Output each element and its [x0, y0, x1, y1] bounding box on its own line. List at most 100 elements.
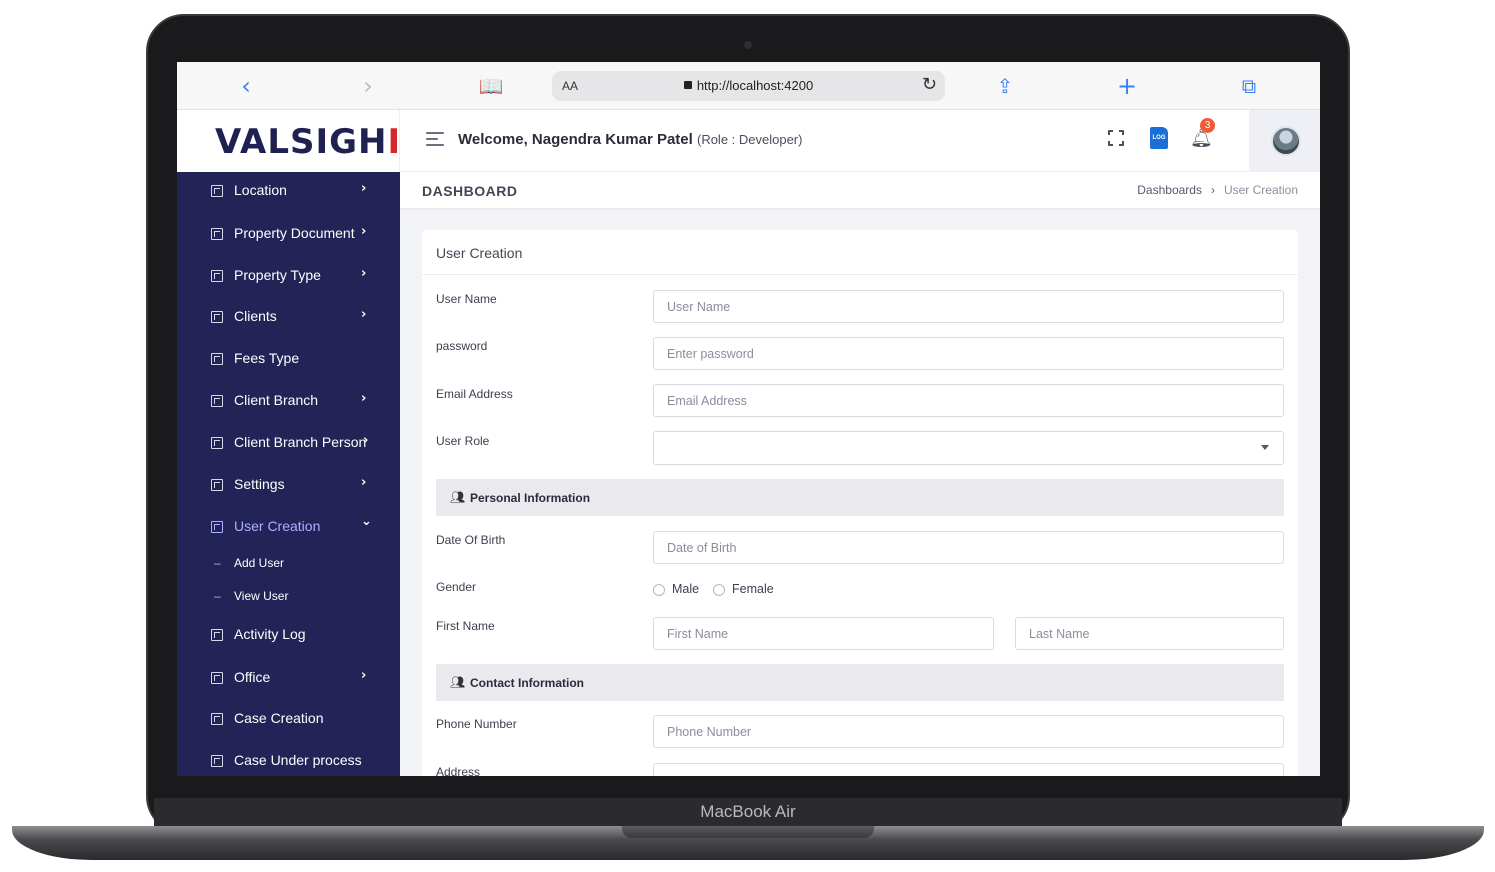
menu-item-icon	[211, 479, 223, 491]
dob-input[interactable]: Date of Birth	[653, 531, 1284, 564]
address-input[interactable]	[653, 763, 1284, 776]
sidebar-item-label: Client Branch	[234, 392, 319, 408]
camera	[744, 41, 752, 49]
dob-label: Date Of Birth	[436, 533, 506, 547]
last-name-input[interactable]: Last Name	[1015, 617, 1284, 650]
sidebar-subitem-view-user[interactable]: – View User	[177, 583, 400, 609]
menu-item-icon	[211, 395, 223, 407]
logo-main-text: VALSIGH	[215, 122, 388, 162]
sidebar-item-label: Location	[234, 182, 287, 198]
topbar: Welcome, Nagendra Kumar Patel (Role : De…	[400, 110, 1320, 172]
caret-down-icon	[1261, 445, 1269, 450]
url-bar[interactable]: AA http://localhost:4200 ↻	[552, 71, 945, 101]
bookmarks-icon[interactable]: 📖	[477, 72, 505, 100]
avatar[interactable]	[1271, 126, 1301, 156]
password-input[interactable]: Enter password	[653, 337, 1284, 370]
menu-item-icon	[211, 672, 223, 684]
sidebar: Location › Property Document › Property …	[177, 172, 400, 776]
page-header: DASHBOARD Dashboards › User Creation	[400, 172, 1320, 208]
user-role-label: User Role	[436, 434, 490, 448]
menu-toggle-icon[interactable]	[426, 132, 444, 146]
chevron-right-icon: ›	[361, 181, 367, 196]
sidebar-subitem-add-user[interactable]: – Add User	[177, 550, 400, 576]
chevron-right-icon: ›	[361, 475, 367, 490]
sidebar-item-client-branch-person[interactable]: Client Branch Person ›	[177, 425, 400, 461]
sidebar-item-property-type[interactable]: Property Type ›	[177, 258, 400, 294]
gender-female-label[interactable]: Female	[732, 582, 774, 596]
tabs-icon[interactable]: ⧉	[1235, 72, 1263, 100]
username-label: User Name	[436, 292, 497, 306]
new-tab-icon[interactable]: +	[1113, 72, 1141, 100]
section-title: Personal Information	[470, 491, 591, 505]
user-menu[interactable]	[1249, 110, 1320, 172]
personal-information-section: 👥︎ Personal Information	[436, 479, 1284, 516]
sidebar-item-label: Case Under process	[234, 752, 362, 768]
sidebar-item-label: Clients	[234, 308, 277, 324]
device-label: MacBook Air	[700, 802, 796, 821]
fullscreen-icon[interactable]	[1107, 129, 1127, 149]
menu-item-icon	[211, 353, 223, 365]
subitem-dash: –	[214, 589, 221, 603]
menu-item-icon	[211, 629, 223, 641]
sidebar-item-property-document[interactable]: Property Document ›	[177, 216, 400, 252]
chevron-right-icon: ›	[361, 391, 367, 406]
menu-item-icon	[211, 270, 223, 282]
sidebar-item-case-creation[interactable]: Case Creation	[177, 701, 400, 737]
app-root: VALSIGHIT Welcome, Nagendra Kumar Patel …	[177, 110, 1320, 776]
main-content: DASHBOARD Dashboards › User Creation User …	[400, 172, 1320, 776]
section-title: Contact Information	[470, 676, 584, 690]
sidebar-item-label: Case Creation	[234, 710, 324, 726]
subitem-label: View User	[234, 589, 289, 603]
sidebar-item-user-creation[interactable]: User Creation ⌄	[177, 509, 400, 545]
chevron-right-icon: ›	[361, 307, 367, 322]
users-icon: 👥︎	[450, 675, 466, 689]
sidebar-item-office[interactable]: Office ›	[177, 660, 400, 696]
gender-male-label[interactable]: Male	[672, 582, 699, 596]
lock-icon	[683, 81, 692, 89]
logo-area: VALSIGHIT	[177, 110, 424, 172]
logo[interactable]: VALSIGHIT	[215, 122, 425, 162]
gender-male-radio[interactable]	[653, 584, 665, 596]
menu-item-icon	[211, 713, 223, 725]
sidebar-item-clients[interactable]: Clients ›	[177, 299, 400, 335]
url-text[interactable]: http://localhost:4200	[552, 78, 945, 93]
log-file-icon[interactable]: LOG	[1150, 127, 1168, 149]
first-name-input[interactable]: First Name	[653, 617, 994, 650]
forward-icon[interactable]: ›	[354, 72, 382, 100]
sidebar-item-label: Settings	[234, 476, 285, 492]
breadcrumb-root[interactable]: Dashboards	[1137, 183, 1202, 197]
divider	[422, 274, 1298, 275]
users-icon: 👥︎	[450, 490, 466, 504]
email-input[interactable]: Email Address	[653, 384, 1284, 417]
menu-item-icon	[211, 437, 223, 449]
chevron-down-icon: ⌄	[361, 514, 372, 529]
sidebar-item-client-branch[interactable]: Client Branch ›	[177, 383, 400, 419]
back-icon[interactable]: ‹	[232, 72, 260, 100]
menu-item-icon	[211, 755, 223, 767]
user-role-select[interactable]	[653, 431, 1284, 465]
sidebar-item-fees-type[interactable]: Fees Type	[177, 341, 400, 377]
browser-toolbar: ‹ › 📖 AA http://localhost:4200 ↻ ⇪ + ⧉	[177, 62, 1320, 110]
email-label: Email Address	[436, 387, 513, 401]
reload-icon[interactable]: ↻	[922, 74, 937, 95]
share-icon[interactable]: ⇪	[991, 72, 1019, 100]
sidebar-item-label: Client Branch Person	[234, 434, 367, 450]
notification-badge: 3	[1200, 118, 1215, 133]
contact-information-section: 👥︎ Contact Information	[436, 664, 1284, 701]
sidebar-item-label: Office	[234, 669, 271, 685]
chevron-right-icon: ›	[361, 668, 367, 683]
sidebar-item-case-under-process[interactable]: Case Under process	[177, 743, 400, 776]
first-name-label: First Name	[436, 619, 495, 633]
laptop-chin: MacBook Air	[154, 798, 1342, 826]
sidebar-item-label: Property Type	[234, 267, 321, 283]
sidebar-item-activity-log[interactable]: Activity Log	[177, 617, 400, 653]
gender-female-radio[interactable]	[713, 584, 725, 596]
sidebar-item-label: Fees Type	[234, 350, 300, 366]
subitem-dash: –	[214, 556, 221, 570]
laptop-notch	[622, 826, 874, 838]
sidebar-item-location[interactable]: Location ›	[177, 173, 400, 209]
breadcrumb-current: User Creation	[1223, 183, 1298, 197]
phone-input[interactable]: Phone Number	[653, 715, 1284, 748]
username-input[interactable]: User Name	[653, 290, 1284, 323]
sidebar-item-settings[interactable]: Settings ›	[177, 467, 400, 503]
